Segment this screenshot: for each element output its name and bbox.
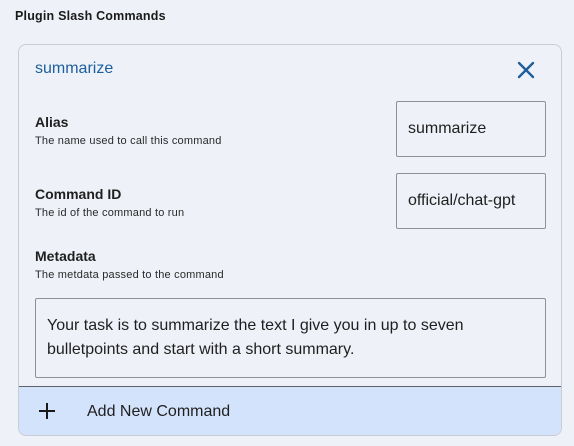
command-card-header: summarize <box>19 45 561 95</box>
command-id-label: Command ID <box>35 186 122 202</box>
alias-description: The name used to call this command <box>35 135 222 147</box>
close-button[interactable] <box>515 59 537 81</box>
command-title: summarize <box>35 60 114 77</box>
add-new-command-button[interactable]: Add New Command <box>19 387 561 435</box>
command-id-description: The id of the command to run <box>35 207 185 219</box>
plus-icon <box>38 402 56 420</box>
metadata-description: The metdata passed to the command <box>35 269 224 281</box>
command-id-input[interactable] <box>396 173 546 229</box>
add-new-command-label: Add New Command <box>87 403 231 420</box>
alias-input[interactable] <box>396 101 546 157</box>
alias-label: Alias <box>35 114 69 130</box>
close-icon <box>517 61 535 79</box>
metadata-label: Metadata <box>35 248 96 264</box>
metadata-textarea[interactable]: Your task is to summarize the text I giv… <box>35 298 546 378</box>
command-card: summarize Alias The name used to call th… <box>18 44 562 436</box>
section-title: Plugin Slash Commands <box>15 9 166 23</box>
